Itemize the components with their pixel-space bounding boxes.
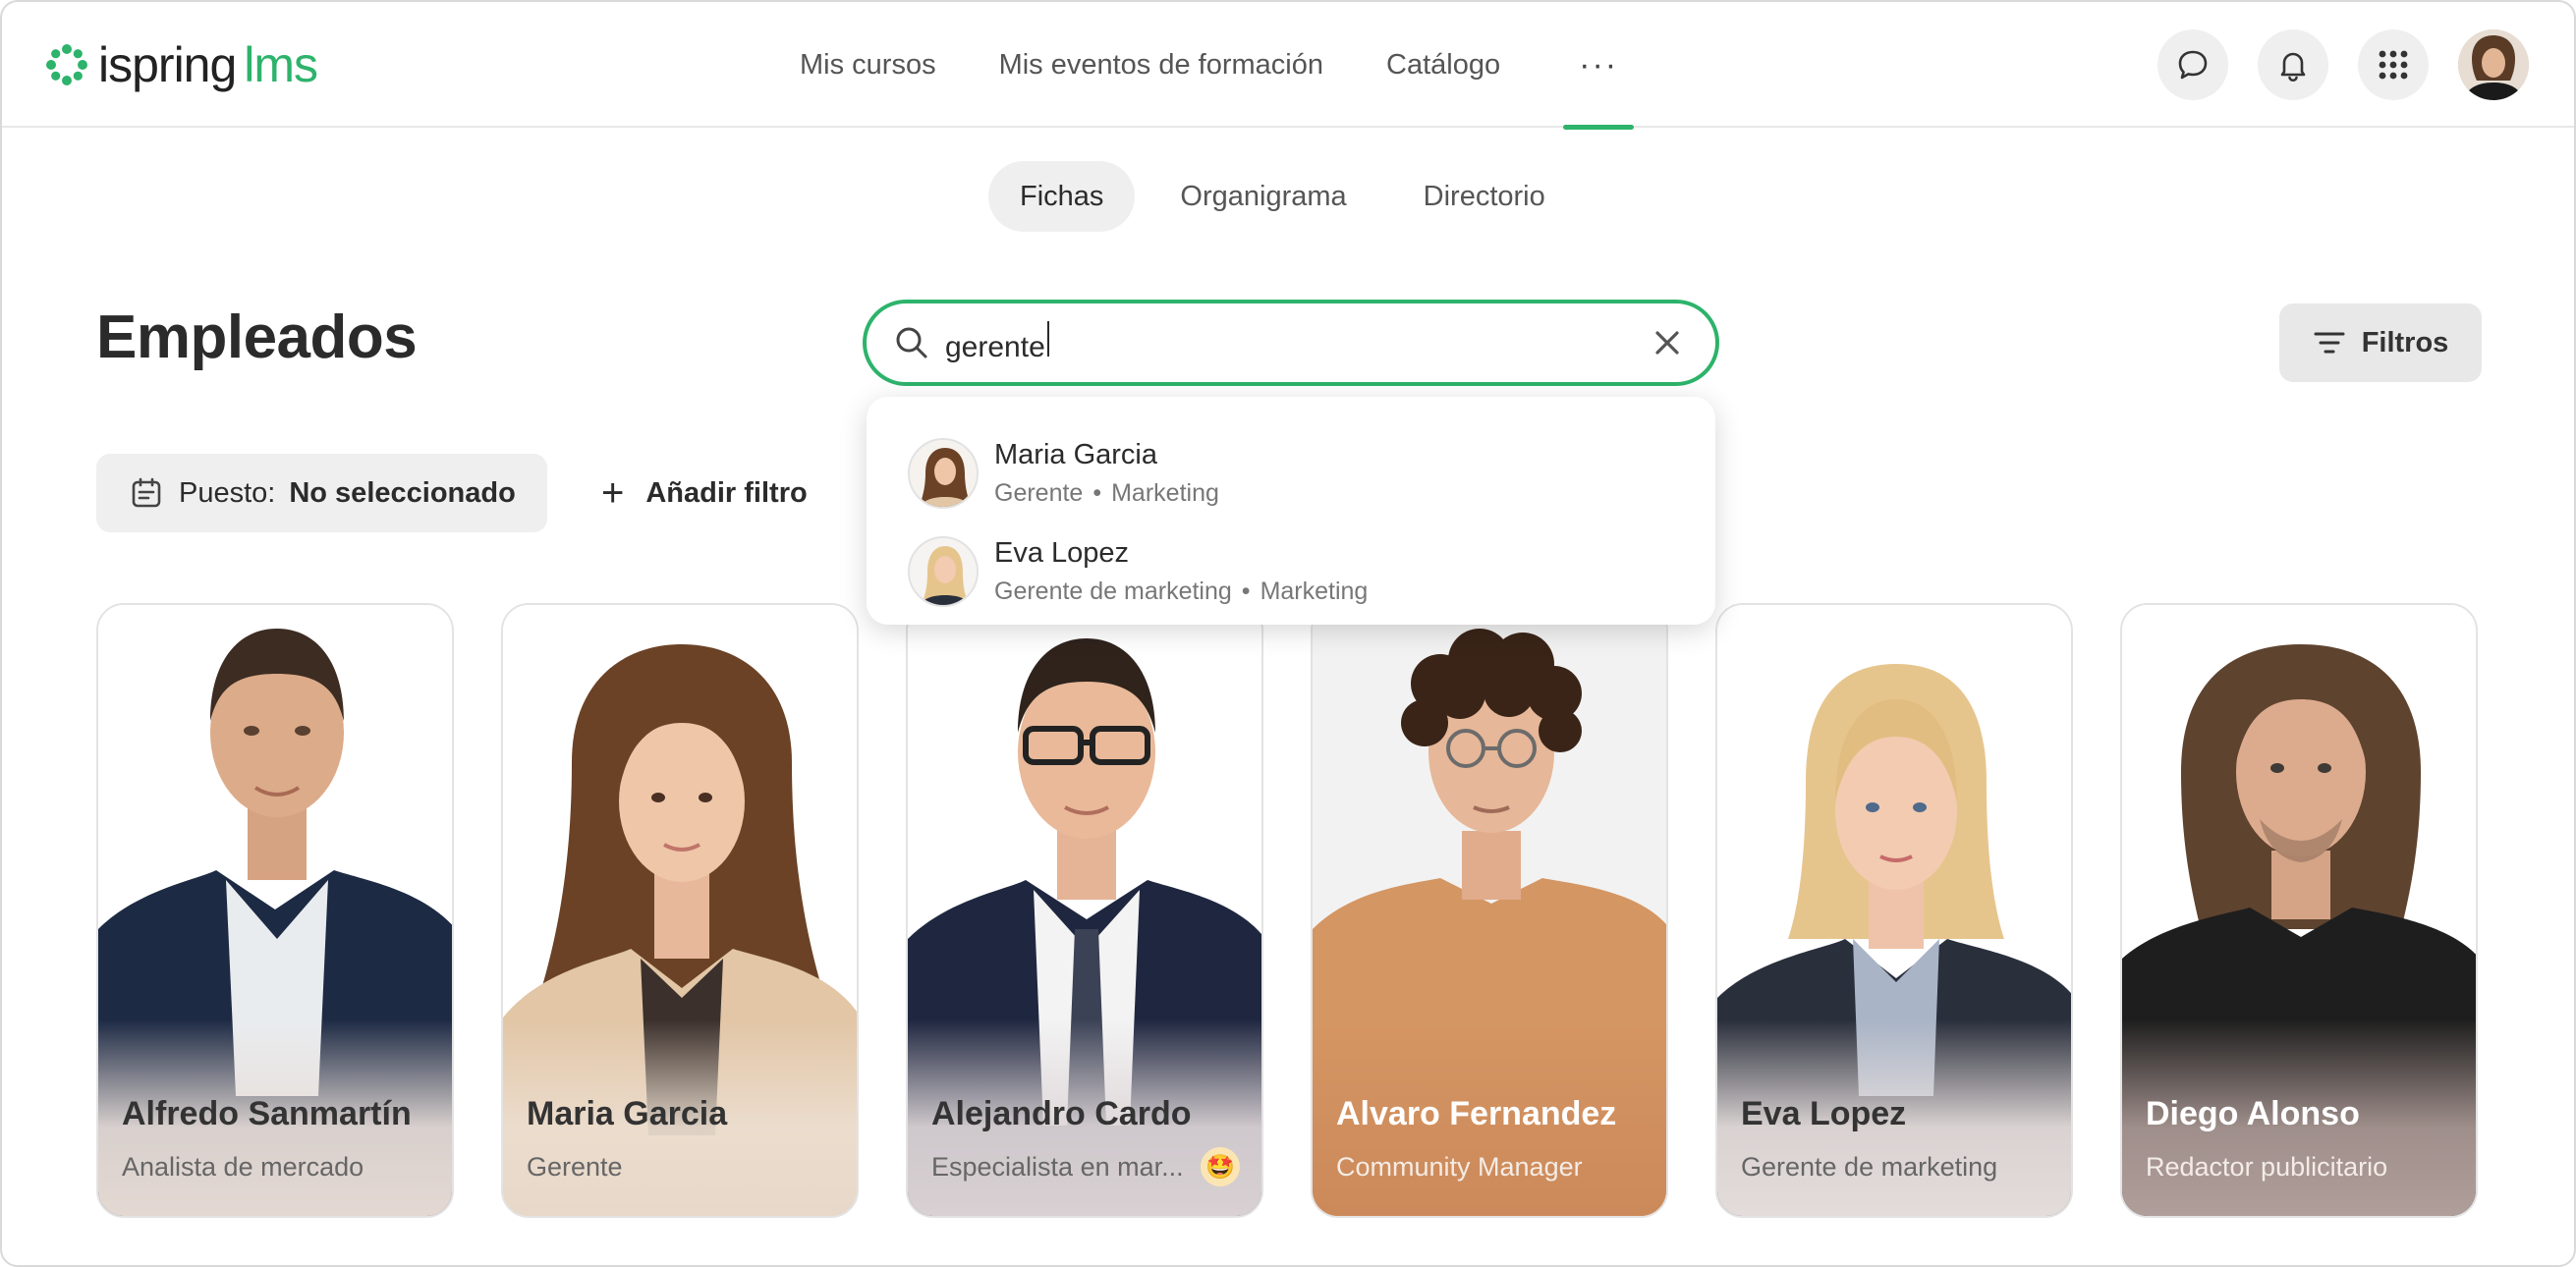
filters-button[interactable]: Filtros (2279, 303, 2482, 382)
employee-role: Gerente de marketing (1741, 1152, 1998, 1182)
clear-search-button[interactable] (1645, 320, 1690, 365)
employee-card[interactable]: Alejandro Cardo Especialista en mar... 🤩 (906, 603, 1263, 1218)
position-filter-label: Puesto: (179, 476, 276, 509)
chat-icon (2178, 50, 2208, 80)
tab-cards[interactable]: Fichas (988, 161, 1136, 232)
nav-my-courses[interactable]: Mis cursos (800, 2, 936, 128)
status-emoji-badge[interactable]: 🤩 (1201, 1147, 1240, 1186)
employee-name: Alejandro Cardo (931, 1095, 1192, 1132)
result-details: Gerente • Marketing (994, 479, 1219, 507)
logo-wordmark: ispring lms (98, 37, 318, 92)
result-avatar (908, 438, 979, 509)
result-avatar (908, 536, 979, 607)
employee-role: Especialista en mar... (931, 1152, 1184, 1182)
nav-more-button[interactable]: ··· (1563, 2, 1635, 130)
main-nav: Mis cursos Mis eventos de formación Catá… (800, 2, 1635, 130)
result-name: Eva Lopez (994, 537, 1130, 569)
search-input[interactable]: gerente (945, 321, 1645, 364)
employee-name: Alvaro Fernandez (1336, 1095, 1617, 1132)
tab-org-chart[interactable]: Organigrama (1148, 161, 1377, 232)
text-caret (1046, 321, 1049, 357)
employee-role: Community Manager (1336, 1152, 1583, 1182)
bell-icon (2280, 52, 2306, 82)
result-details: Gerente de marketing • Marketing (994, 578, 1369, 605)
employee-cards-grid: Alfredo Sanmartín Analista de mercado Ma… (96, 603, 2478, 1218)
nav-my-training-events[interactable]: Mis eventos de formación (999, 2, 1323, 128)
filter-lines-icon (2314, 332, 2345, 354)
search-results-dropdown: Maria Garcia Gerente • Marketing Eva Lopez… (867, 397, 1715, 625)
app-window: ispring lms Mis cursos Mis eventos de for… (0, 0, 2576, 1267)
result-name: Maria Garcia (994, 439, 1157, 470)
header-actions (2157, 29, 2529, 100)
position-filter-chip[interactable]: Puesto: No seleccionado (96, 454, 547, 532)
employee-name: Eva Lopez (1741, 1095, 1907, 1132)
plus-icon: + (601, 471, 625, 515)
nav-catalog[interactable]: Catálogo (1386, 2, 1500, 128)
search-result-item[interactable]: Maria Garcia Gerente • Marketing (908, 424, 1715, 523)
chat-button[interactable] (2157, 29, 2228, 100)
close-icon (1655, 331, 1679, 355)
search-result-item[interactable]: Eva Lopez Gerente de marketing • Marketing (908, 523, 1715, 621)
ispring-flower-icon (46, 44, 87, 85)
tab-directory[interactable]: Directorio (1392, 161, 1577, 232)
employee-name: Maria Garcia (527, 1095, 728, 1132)
position-filter-value: No seleccionado (289, 476, 516, 509)
employee-card[interactable]: Eva Lopez Gerente de marketing (1715, 603, 2073, 1218)
employee-card[interactable]: Alvaro Fernandez Community Manager (1311, 603, 1668, 1218)
user-avatar-photo (2458, 29, 2529, 100)
add-filter-label: Añadir filtro (645, 476, 808, 509)
page-title: Empleados (96, 303, 418, 371)
people-view-tabs: Fichas Organigrama Directorio (988, 161, 1577, 232)
top-header: ispring lms Mis cursos Mis eventos de for… (2, 2, 2574, 130)
employee-card[interactable]: Alfredo Sanmartín Analista de mercado (96, 603, 454, 1218)
employee-card[interactable]: Maria Garcia Gerente (501, 603, 859, 1218)
calendar-badge-icon (132, 477, 161, 508)
employee-role: Redactor publicitario (2146, 1152, 2388, 1182)
filters-button-label: Filtros (2361, 326, 2449, 358)
employee-role: Gerente (527, 1152, 623, 1182)
notifications-button[interactable] (2258, 29, 2328, 100)
employee-role: Analista de mercado (122, 1152, 364, 1182)
search-query: gerente (945, 331, 1045, 363)
ispring-lms-logo[interactable]: ispring lms (45, 35, 318, 94)
employee-name: Diego Alonso (2146, 1095, 2360, 1132)
add-filter-button[interactable]: + Añadir filtro (601, 454, 808, 532)
search-icon (892, 323, 931, 362)
apps-button[interactable] (2358, 29, 2429, 100)
employee-name: Alfredo Sanmartín (122, 1095, 412, 1132)
employee-card[interactable]: Diego Alonso Redactor publicitario (2120, 603, 2478, 1218)
apps-grid-icon (2379, 50, 2408, 80)
user-avatar[interactable] (2458, 29, 2529, 100)
employee-search-box[interactable]: gerente (863, 300, 1719, 386)
